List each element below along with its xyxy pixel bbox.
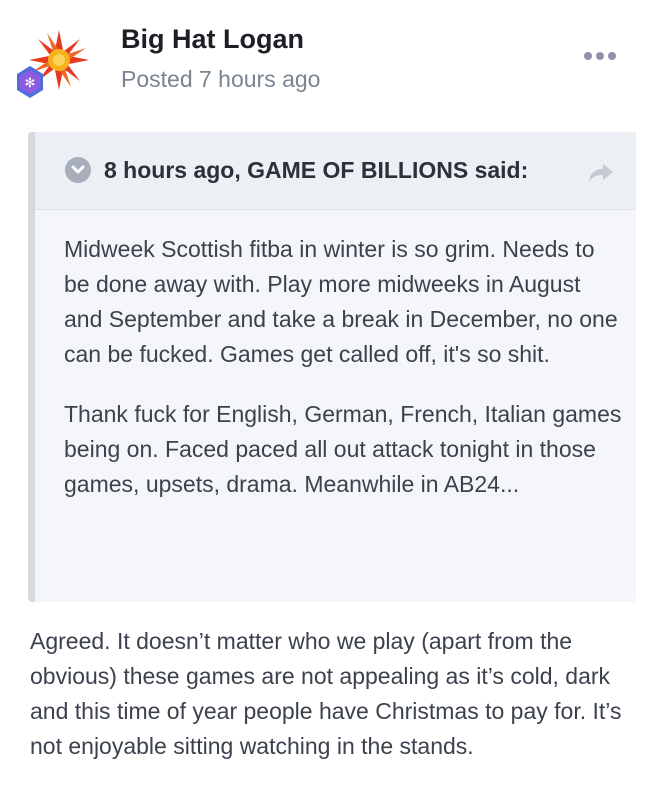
quote-block: 8 hours ago, GAME OF BILLIONS said: Midw… bbox=[28, 132, 636, 602]
menu-dot bbox=[596, 52, 604, 60]
menu-dot bbox=[608, 52, 616, 60]
avatar[interactable]: ✻ bbox=[14, 28, 98, 100]
post-timestamp[interactable]: Posted 7 hours ago bbox=[121, 66, 320, 93]
more-options-icon[interactable] bbox=[584, 46, 616, 66]
post-content: Agreed. It doesn’t matter who we play (a… bbox=[30, 628, 622, 759]
menu-dot bbox=[584, 52, 592, 60]
sun-avatar-icon: ✻ bbox=[17, 30, 89, 98]
quote-header: 8 hours ago, GAME OF BILLIONS said: bbox=[35, 132, 636, 210]
chevron-down-icon[interactable] bbox=[65, 157, 91, 183]
share-arrow-icon[interactable] bbox=[587, 162, 615, 184]
svg-text:✻: ✻ bbox=[25, 76, 36, 91]
quote-body: Midweek Scottish fitba in winter is so g… bbox=[64, 232, 624, 527]
post-header: ✻ Big Hat Logan Posted 7 hours ago bbox=[0, 0, 664, 120]
rank-badge-icon: ✻ bbox=[17, 66, 43, 98]
quote-paragraph: Thank fuck for English, German, French, … bbox=[64, 401, 622, 497]
quote-citation: 8 hours ago, GAME OF BILLIONS said: bbox=[104, 157, 529, 183]
quote-paragraph: Midweek Scottish fitba in winter is so g… bbox=[64, 236, 618, 367]
author-name[interactable]: Big Hat Logan bbox=[121, 24, 304, 55]
